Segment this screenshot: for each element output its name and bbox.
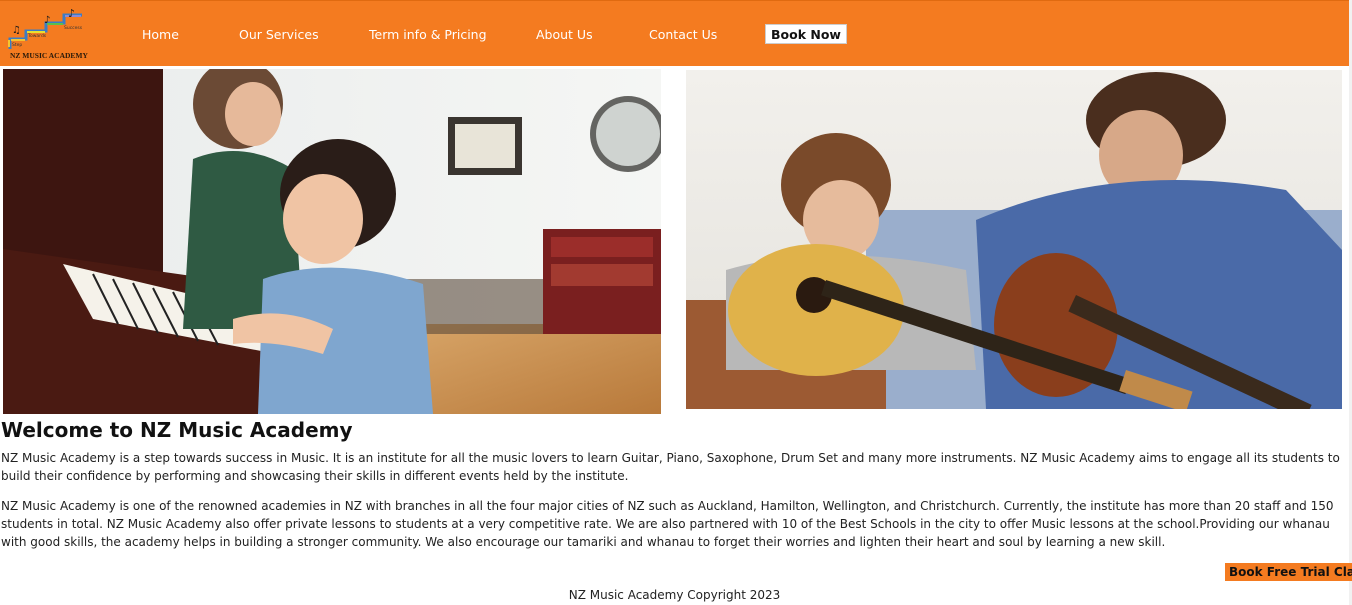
book-now-button[interactable]: Book Now [765,24,847,44]
piano-lesson-image [3,69,661,414]
nav-term-info-pricing[interactable]: Term info & Pricing [369,27,487,42]
guitar-lesson-image [686,70,1342,409]
music-steps-logo-icon: ♫ ♪ ♪ Step Towards Success [8,7,83,49]
book-free-trial-button[interactable]: Book Free Trial Class [1225,563,1352,581]
intro-paragraph: NZ Music Academy is a step towards succe… [1,451,1340,483]
svg-text:♪: ♪ [44,15,50,26]
welcome-heading: Welcome to NZ Music Academy [1,418,353,442]
svg-text:♫: ♫ [12,25,21,36]
svg-text:Towards: Towards [27,33,47,39]
svg-text:Success: Success [64,25,83,31]
nav-our-services[interactable]: Our Services [239,27,319,42]
svg-text:Step: Step [12,42,22,48]
svg-text:♪: ♪ [68,7,75,20]
nav-home[interactable]: Home [142,27,179,42]
nav-about-us[interactable]: About Us [536,27,593,42]
about-paragraph: NZ Music Academy is one of the renowned … [1,499,1334,549]
footer-copyright: NZ Music Academy Copyright 2023 [568,588,781,602]
logo-text: NZ MUSIC ACADEMY [10,51,88,60]
nav-contact-us[interactable]: Contact Us [649,27,717,42]
navbar: ♫ ♪ ♪ Step Towards Success NZ MUSIC ACAD… [0,0,1349,66]
